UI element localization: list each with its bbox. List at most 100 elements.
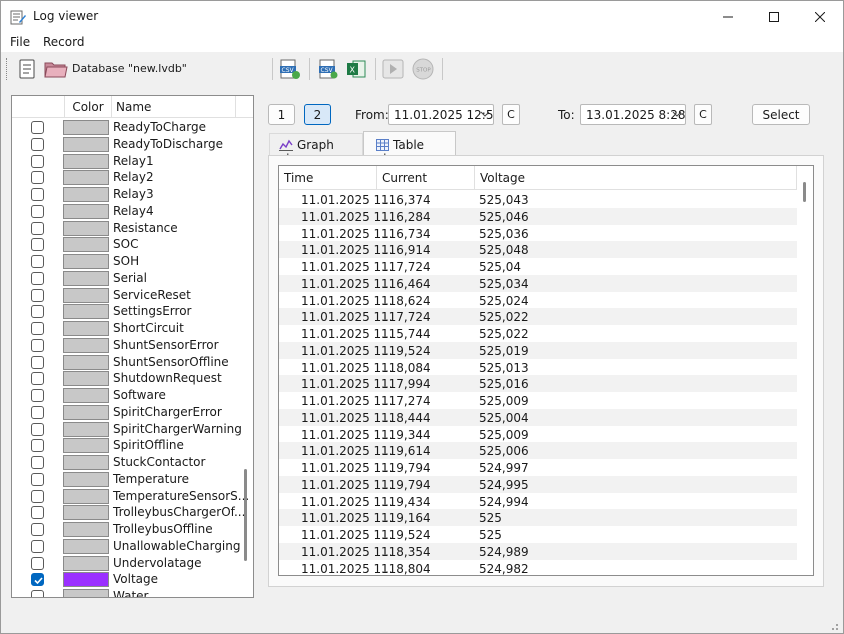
new-document-icon[interactable] <box>16 58 38 80</box>
export-excel-icon[interactable]: X <box>345 58 367 80</box>
signal-checkbox[interactable] <box>31 271 44 285</box>
signal-color-swatch[interactable] <box>63 187 109 202</box>
signal-checkbox[interactable] <box>31 338 44 352</box>
signal-list-panel[interactable]: Color Name ReadyToCharge ReadyToDischarge… <box>11 95 254 598</box>
signal-row[interactable]: SOC <box>12 236 244 253</box>
signal-color-swatch[interactable] <box>63 170 109 186</box>
signal-checkbox[interactable] <box>31 506 44 520</box>
clear-from-button[interactable]: C <box>502 104 520 125</box>
signal-row[interactable]: Resistance <box>12 220 244 237</box>
signal-color-swatch[interactable] <box>63 555 109 571</box>
signal-checkbox[interactable] <box>31 439 44 453</box>
signal-color-swatch[interactable] <box>63 321 109 336</box>
signal-checkbox[interactable] <box>31 456 44 469</box>
signal-row[interactable]: Temperature <box>12 471 244 488</box>
signal-color-swatch[interactable] <box>63 153 109 169</box>
minimize-button[interactable] <box>705 1 751 32</box>
signal-color-swatch[interactable] <box>63 254 109 269</box>
signal-color-swatch[interactable] <box>63 572 109 588</box>
export-csv-icon[interactable]: CSV <box>279 58 301 80</box>
signal-row[interactable]: ReadyToCharge <box>12 119 244 136</box>
signal-row[interactable]: Relay4 <box>12 203 244 220</box>
table-row[interactable]: 11.01.2025 1... 117,994 525,016 <box>279 375 797 393</box>
signal-row[interactable]: TrolleybusOffline <box>12 521 244 538</box>
toolbar-grip[interactable] <box>6 58 8 80</box>
data-table[interactable]: Time Current Voltage 11.01.2025 1... 116,… <box>278 165 814 576</box>
name-column-header[interactable]: Name <box>112 96 236 118</box>
signal-row[interactable]: Water <box>12 588 244 597</box>
table-row[interactable]: 11.01.2025 1... 119,524 525 <box>279 526 797 543</box>
signal-checkbox[interactable] <box>31 472 44 486</box>
table-row[interactable]: 11.01.2025 1... 119,524 525,019 <box>279 341 797 359</box>
signal-checkbox[interactable] <box>31 322 44 335</box>
signal-color-swatch[interactable] <box>63 455 109 470</box>
table-row[interactable]: 11.01.2025 1... 119,434 524,994 <box>279 493 797 510</box>
signal-row[interactable]: TrolleybusChargerOf... <box>12 504 245 521</box>
table-row[interactable]: 11.01.2025 1... 119,614 525,006 <box>279 442 797 460</box>
signal-row[interactable]: SpiritOffline <box>12 437 244 454</box>
signal-row[interactable]: TemperatureSensorS... <box>12 488 249 505</box>
table-row[interactable]: 11.01.2025 1... 116,734 525,036 <box>279 225 797 242</box>
table-row[interactable]: 11.01.2025 1... 119,794 524,997 <box>279 459 797 476</box>
signal-checkbox[interactable] <box>31 204 44 218</box>
signal-checkbox[interactable] <box>31 372 44 386</box>
signal-checkbox[interactable] <box>31 288 44 302</box>
table-row[interactable]: 11.01.2025 1... 117,724 525,022 <box>279 308 797 326</box>
menu-record[interactable]: Record <box>43 35 84 49</box>
table-row[interactable]: 11.01.2025 1... 117,724 525,04 <box>279 258 797 275</box>
signal-color-swatch[interactable] <box>63 371 109 387</box>
signal-color-swatch[interactable] <box>63 220 109 236</box>
page-2-button[interactable]: 2 <box>304 104 331 125</box>
signal-checkbox[interactable] <box>31 221 44 235</box>
signal-checkbox[interactable] <box>31 573 44 587</box>
signal-color-swatch[interactable] <box>63 120 109 135</box>
color-column-header[interactable]: Color <box>64 96 112 118</box>
signal-color-swatch[interactable] <box>63 237 109 253</box>
signal-color-swatch[interactable] <box>63 404 109 420</box>
close-button[interactable] <box>797 1 843 32</box>
signal-color-swatch[interactable] <box>63 589 109 597</box>
play-icon[interactable] <box>382 58 404 80</box>
to-datetime-picker[interactable]: 13.01.2025 8:28 <box>580 104 686 125</box>
voltage-column-header[interactable]: Voltage <box>475 166 797 190</box>
signal-checkbox[interactable] <box>31 255 44 268</box>
table-row[interactable]: 11.01.2025 1... 116,374 525,043 <box>279 191 797 208</box>
resize-grip-icon[interactable] <box>827 619 839 631</box>
signal-color-swatch[interactable] <box>63 388 109 403</box>
signal-color-swatch[interactable] <box>63 337 109 353</box>
signal-row[interactable]: Voltage <box>12 571 244 588</box>
signal-row[interactable]: SettingsError <box>12 303 244 320</box>
signal-checkbox[interactable] <box>31 137 44 151</box>
signal-row[interactable]: ServiceReset <box>12 287 244 304</box>
clear-to-button[interactable]: C <box>694 104 712 125</box>
signal-checkbox[interactable] <box>31 305 44 319</box>
signal-row[interactable]: SOH <box>12 253 244 270</box>
signal-checkbox[interactable] <box>31 523 44 536</box>
table-row[interactable]: 11.01.2025 1... 116,464 525,034 <box>279 274 797 292</box>
signal-checkbox[interactable] <box>31 154 44 168</box>
signal-color-swatch[interactable] <box>63 488 109 504</box>
signal-checkbox[interactable] <box>31 355 44 369</box>
signal-row[interactable]: Serial <box>12 270 244 287</box>
signal-color-swatch[interactable] <box>63 538 109 554</box>
table-row[interactable]: 11.01.2025 1... 119,344 525,009 <box>279 426 797 443</box>
signal-checkbox[interactable] <box>31 489 44 503</box>
table-row[interactable]: 11.01.2025 1... 117,274 525,009 <box>279 392 797 409</box>
signal-list-scrollbar[interactable] <box>244 469 247 561</box>
table-row[interactable]: 11.01.2025 1... 115,744 525,022 <box>279 325 797 342</box>
signal-color-swatch[interactable] <box>63 304 109 320</box>
current-column-header[interactable]: Current <box>377 166 475 190</box>
table-row[interactable]: 11.01.2025 1... 118,804 524,982 <box>279 560 797 576</box>
signal-checkbox[interactable] <box>31 389 44 402</box>
signal-color-swatch[interactable] <box>63 270 109 286</box>
table-row[interactable]: 11.01.2025 1... 118,354 524,989 <box>279 542 797 560</box>
signal-color-swatch[interactable] <box>63 354 109 370</box>
signal-color-swatch[interactable] <box>63 471 109 487</box>
signal-checkbox[interactable] <box>31 188 44 201</box>
tab-graph-view[interactable]: Graph view <box>269 133 363 166</box>
signal-row[interactable]: Relay2 <box>12 169 244 186</box>
signal-color-swatch[interactable] <box>63 203 109 219</box>
signal-row[interactable]: Undervolatage <box>12 555 244 572</box>
menu-file[interactable]: File <box>10 35 30 49</box>
table-row[interactable]: 11.01.2025 1... 119,164 525 <box>279 509 797 527</box>
